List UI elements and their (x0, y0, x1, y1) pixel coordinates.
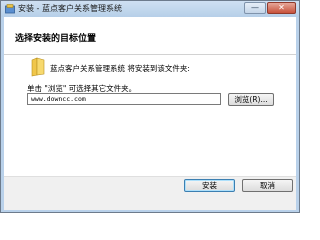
destination-info-text: 蓝点客户关系管理系统 将安装到该文件夹: (50, 64, 190, 73)
header-panel: 选择安装的目标位置 (4, 17, 296, 55)
cancel-button[interactable]: 取消 (242, 179, 293, 192)
folder-icon (31, 57, 45, 77)
title-bar[interactable]: 安装 - 蓝点客户关系管理系统 — ✕ (1, 1, 299, 17)
minimize-button[interactable]: — (244, 2, 266, 14)
installer-icon (5, 4, 15, 14)
installer-window: 安装 - 蓝点客户关系管理系统 — ✕ 选择安装的目标位置 蓝点客户关系管理系统… (0, 0, 300, 213)
page-title: 选择安装的目标位置 (15, 34, 97, 44)
install-button[interactable]: 安装 (184, 179, 235, 192)
window-title: 安装 - 蓝点客户关系管理系统 (18, 4, 122, 13)
close-button[interactable]: ✕ (267, 2, 296, 14)
browse-button[interactable]: 浏览(R)... (228, 93, 274, 106)
install-path-input[interactable]: www.downcc.com (27, 93, 221, 105)
dialog-client-area: 选择安装的目标位置 蓝点客户关系管理系统 将安装到该文件夹: 单击 "浏览" 可… (4, 17, 296, 210)
